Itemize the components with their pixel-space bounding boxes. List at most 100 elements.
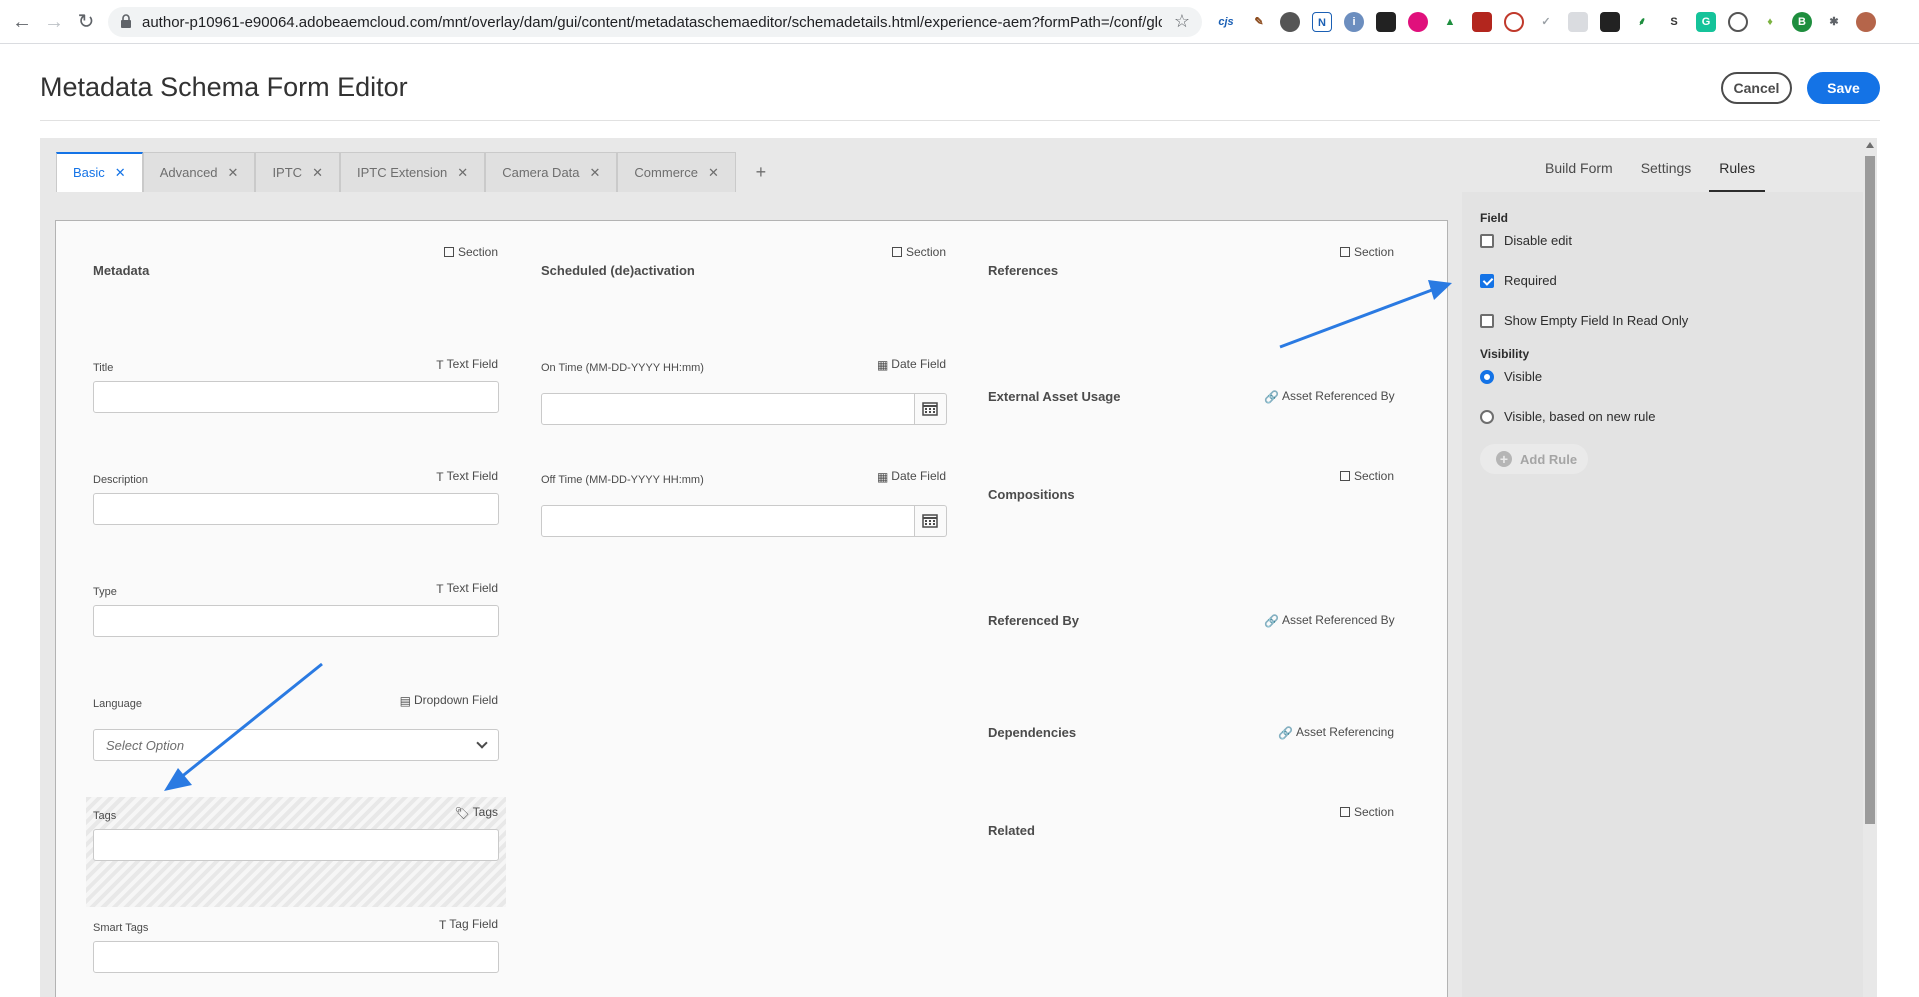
radio-button[interactable] — [1480, 409, 1494, 424]
tab-rules[interactable]: Rules — [1709, 160, 1766, 192]
scrollbar[interactable] — [1863, 138, 1877, 997]
profile-avatar[interactable] — [1856, 12, 1876, 32]
link-icon: 🔗 — [1264, 390, 1279, 404]
extension-dark-icon[interactable] — [1600, 12, 1620, 32]
close-icon[interactable]: ✕ — [708, 153, 719, 193]
section-title: Compositions — [988, 487, 1075, 502]
visible-radio[interactable]: Visible — [1480, 369, 1542, 384]
extension-info-icon[interactable]: i — [1344, 12, 1364, 32]
add-tab-button[interactable]: + — [736, 152, 786, 192]
dropdown-field-type: ▤ Dropdown Field — [394, 693, 498, 708]
close-icon[interactable]: ✕ — [228, 153, 239, 193]
add-rule-button[interactable]: + Add Rule — [1480, 444, 1588, 474]
section-title: Dependencies — [988, 725, 1077, 740]
section-type-label: Section — [892, 245, 946, 259]
section-title: Metadata — [93, 263, 150, 278]
type-text: Date Field — [891, 469, 946, 483]
checkbox-box[interactable] — [1480, 273, 1494, 288]
reload-icon[interactable]: ↻ — [74, 10, 98, 34]
extensions-puzzle-icon[interactable]: ✱ — [1824, 12, 1844, 32]
off-time-input[interactable] — [541, 505, 915, 537]
field-label: Language — [93, 698, 142, 710]
text-type-icon: T — [438, 918, 447, 932]
tab-build-form[interactable]: Build Form — [1535, 160, 1623, 192]
tab-settings[interactable]: Settings — [1631, 160, 1702, 192]
section-icon — [892, 247, 902, 257]
type-text: Section — [1354, 805, 1395, 819]
section-title: Referenced By — [988, 613, 1080, 628]
extension-red-icon[interactable] — [1472, 12, 1492, 32]
required-checkbox[interactable]: Required — [1480, 273, 1557, 288]
type-text: Text Field — [446, 357, 498, 371]
extension-grammarly-icon[interactable]: G — [1696, 12, 1716, 32]
disable-edit-checkbox[interactable]: Disable edit — [1480, 233, 1572, 248]
close-icon[interactable]: ✕ — [590, 153, 601, 193]
visibility-heading: Visibility — [1480, 347, 1530, 361]
language-select[interactable]: Select Option — [93, 729, 499, 761]
tab-label: Camera Data — [502, 164, 580, 180]
save-button[interactable]: Save — [1807, 72, 1880, 104]
tab-iptc-extension[interactable]: IPTC Extension ✕ — [339, 152, 486, 193]
chevron-down-icon — [476, 737, 488, 749]
tab-iptc[interactable]: IPTC ✕ — [255, 152, 340, 192]
extension-drive-icon[interactable]: ▲ — [1440, 12, 1460, 32]
on-time-input[interactable] — [541, 393, 915, 425]
extension-circle-icon[interactable] — [1280, 12, 1300, 32]
extension-leaf-icon[interactable]: ⸙ — [1632, 12, 1652, 32]
type-text: Text Field — [446, 469, 498, 483]
description-input[interactable] — [93, 493, 499, 525]
text-field-type: T Text Field — [420, 581, 498, 596]
text-type-icon: T — [436, 358, 444, 372]
tab-advanced[interactable]: Advanced ✕ — [142, 152, 256, 193]
link-icon: 🔗 — [1277, 726, 1293, 740]
radio-button[interactable] — [1480, 369, 1494, 384]
tab-basic[interactable]: Basic ✕ — [56, 152, 143, 192]
extension-s-icon[interactable]: S — [1664, 12, 1684, 32]
text-type-icon: T — [436, 582, 444, 596]
checkbox-box[interactable] — [1480, 233, 1494, 248]
section-title: Related — [988, 823, 1035, 838]
close-icon[interactable]: ✕ — [457, 153, 468, 193]
type-input[interactable] — [93, 605, 499, 637]
extension-spy-icon[interactable] — [1376, 12, 1396, 32]
extension-grey-icon[interactable] — [1568, 12, 1588, 32]
extension-search-icon[interactable] — [1728, 12, 1748, 32]
extension-pin-icon[interactable]: ♦ — [1760, 12, 1780, 32]
bookmark-star-icon[interactable]: ☆ — [1174, 11, 1190, 32]
title-input[interactable] — [93, 381, 499, 413]
checkbox-box[interactable] — [1480, 313, 1494, 328]
scroll-up-icon[interactable] — [1866, 142, 1874, 148]
extension-n-icon[interactable]: N — [1312, 12, 1332, 32]
tab-label: Advanced — [159, 164, 218, 180]
visible-rule-radio[interactable]: Visible, based on new rule — [1480, 409, 1656, 424]
page-title: Metadata Schema Form Editor — [40, 72, 408, 102]
back-icon[interactable]: ← — [10, 10, 34, 34]
extension-pink-icon[interactable] — [1408, 12, 1428, 32]
tab-commerce[interactable]: Commerce ✕ — [617, 152, 736, 193]
tab-label: IPTC — [272, 164, 303, 180]
type-text: Section — [458, 245, 499, 259]
address-bar[interactable]: author-p10961-e90064.adobeaemcloud.com/m… — [108, 7, 1202, 37]
extension-target-icon[interactable] — [1504, 12, 1524, 32]
tags-input[interactable] — [93, 829, 499, 861]
extension-cjs-icon[interactable]: cjs — [1216, 12, 1236, 32]
extension-b-icon[interactable]: B — [1792, 12, 1812, 32]
smart-tags-input[interactable] — [93, 941, 499, 973]
plus-icon: + — [1496, 451, 1512, 467]
text-type-icon: T — [436, 470, 444, 484]
scrollbar-thumb[interactable] — [1865, 156, 1875, 824]
close-icon[interactable]: ✕ — [115, 153, 126, 193]
section-title: Scheduled (de)activation — [541, 263, 695, 278]
extension-check-icon[interactable]: ✓ — [1536, 12, 1556, 32]
calendar-icon[interactable] — [915, 393, 947, 425]
cancel-button[interactable]: Cancel — [1721, 72, 1792, 104]
radio-label: Visible — [1504, 369, 1543, 384]
tag-field-type: T Tag Field — [430, 917, 498, 932]
tab-label: Basic — [73, 165, 105, 180]
tab-camera-data[interactable]: Camera Data ✕ — [485, 152, 618, 193]
close-icon[interactable]: ✕ — [312, 153, 323, 193]
calendar-icon[interactable] — [915, 505, 947, 537]
forward-icon[interactable]: → — [42, 10, 66, 34]
extension-pen-icon[interactable]: ✎ — [1249, 12, 1269, 32]
show-empty-checkbox[interactable]: Show Empty Field In Read Only — [1480, 313, 1688, 328]
